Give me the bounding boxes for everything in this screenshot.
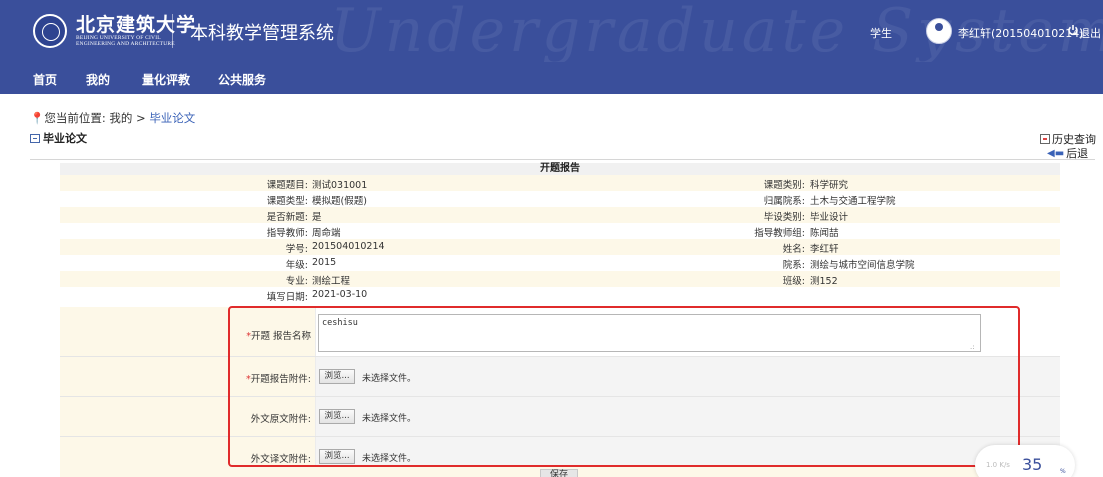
header-bar: Undergraduate System Instructional Manag… bbox=[0, 0, 1103, 62]
history-icon bbox=[1040, 134, 1050, 144]
breadcrumb-current[interactable]: 毕业论文 bbox=[149, 111, 195, 125]
user-role: 学生 bbox=[870, 27, 892, 40]
nav-item-mine[interactable]: 我的 bbox=[86, 71, 110, 88]
avatar[interactable] bbox=[926, 18, 952, 44]
table-row: 指导教师: 周命端 指导教师组: 陈闻喆 bbox=[60, 223, 1060, 239]
main-nav: 首页 我的 量化评教 公共服务 bbox=[0, 62, 1103, 94]
field-value: 测试031001 bbox=[312, 180, 368, 191]
table-row: 课题题目: 测试031001 课题类别: 科学研究 bbox=[60, 175, 1060, 191]
system-title: 本科教学管理系统 bbox=[190, 23, 334, 44]
section-title: 毕业论文 bbox=[30, 130, 87, 146]
report-title: 开题报告 bbox=[60, 163, 1060, 175]
field-label: 姓名: bbox=[782, 244, 805, 255]
field-value: 2021-03-10 bbox=[312, 289, 368, 300]
university-emblem-icon bbox=[33, 14, 67, 48]
back-arrow-icon: ◀▬ bbox=[1047, 147, 1065, 159]
nav-item-home[interactable]: 首页 bbox=[33, 71, 57, 88]
breadcrumb: 📍您当前位置: 我的 > 毕业论文 bbox=[30, 110, 195, 126]
nav-item-public-services[interactable]: 公共服务 bbox=[218, 71, 266, 88]
report-info-table: 开题报告 课题题目: 测试031001 课题类别: 科学研究 课题类型: 模拟题(假题… bbox=[60, 163, 1060, 303]
table-row: 是否新题: 是 毕设类别: 毕业设计 bbox=[60, 207, 1060, 223]
field-value: 科学研究 bbox=[810, 180, 849, 191]
table-row: 填写日期: 2021-03-10 bbox=[60, 287, 1060, 303]
field-label: 专业: bbox=[285, 276, 308, 287]
field-value: 201504010214 bbox=[312, 241, 385, 252]
field-label: 年级: bbox=[285, 260, 308, 271]
field-label: 填写日期: bbox=[266, 292, 308, 303]
field-label: 指导教师: bbox=[266, 228, 308, 239]
table-row: 课题类型: 模拟题(假题) 归属院系: 土木与交通工程学院 bbox=[60, 191, 1060, 207]
header-divider bbox=[172, 14, 173, 48]
field-label: 毕设类别: bbox=[763, 212, 805, 223]
logout-link[interactable]: 退出 bbox=[1079, 25, 1101, 41]
field-label: 班级: bbox=[782, 276, 805, 287]
widget-speed: 1.0 K/s bbox=[986, 461, 1010, 469]
field-label: 指导教师组: bbox=[754, 228, 805, 239]
save-button[interactable]: 保存 bbox=[540, 469, 578, 477]
widget-unit: % bbox=[1060, 468, 1066, 475]
username[interactable]: 李红轩(2015040102​14) bbox=[958, 25, 1084, 41]
field-label: 归属院系: bbox=[763, 196, 805, 207]
document-icon bbox=[30, 133, 40, 143]
university-name: 北京建筑大学 bbox=[76, 14, 197, 36]
field-value: 是 bbox=[312, 212, 322, 223]
field-value: 陈闻喆 bbox=[810, 228, 839, 239]
table-row: 学号: 201504010214 姓名: 李红轩 bbox=[60, 239, 1060, 255]
university-name-en-line2: ENGINEERING AND ARCHITECTURE bbox=[76, 41, 175, 47]
field-value: 2015 bbox=[312, 257, 337, 268]
field-value: 毕业设计 bbox=[810, 212, 849, 223]
field-value: 模拟题(假题) bbox=[312, 196, 367, 207]
field-value: 测152 bbox=[810, 276, 838, 287]
field-label: 院系: bbox=[782, 260, 805, 271]
field-label: 学号: bbox=[285, 244, 308, 255]
field-label: 课题类型: bbox=[266, 196, 308, 207]
field-value: 周命端 bbox=[312, 228, 341, 239]
highlight-box bbox=[228, 306, 1020, 467]
location-pin-icon: 📍 bbox=[30, 111, 45, 125]
power-icon[interactable] bbox=[1067, 24, 1079, 36]
divider bbox=[30, 159, 1095, 160]
table-row: 专业: 测绘工程 班级: 测152 bbox=[60, 271, 1060, 287]
nav-item-evaluation[interactable]: 量化评教 bbox=[142, 71, 190, 88]
field-value: 土木与交通工程学院 bbox=[810, 196, 896, 207]
breadcrumb-prefix: 您当前位置: 我的 > bbox=[44, 111, 150, 125]
table-row: 年级: 2015 院系: 测绘与城市空间信息学院 bbox=[60, 255, 1060, 271]
field-value: 李红轩 bbox=[810, 244, 839, 255]
widget-value: 35 bbox=[1022, 455, 1043, 474]
field-label: 是否新题: bbox=[266, 212, 308, 223]
section-title-text: 毕业论文 bbox=[43, 132, 87, 145]
field-label: 课题类别: bbox=[763, 180, 805, 191]
field-value: 测绘工程 bbox=[312, 276, 351, 287]
field-label: 课题题目: bbox=[266, 180, 308, 191]
field-value: 测绘与城市空间信息学院 bbox=[810, 260, 915, 271]
